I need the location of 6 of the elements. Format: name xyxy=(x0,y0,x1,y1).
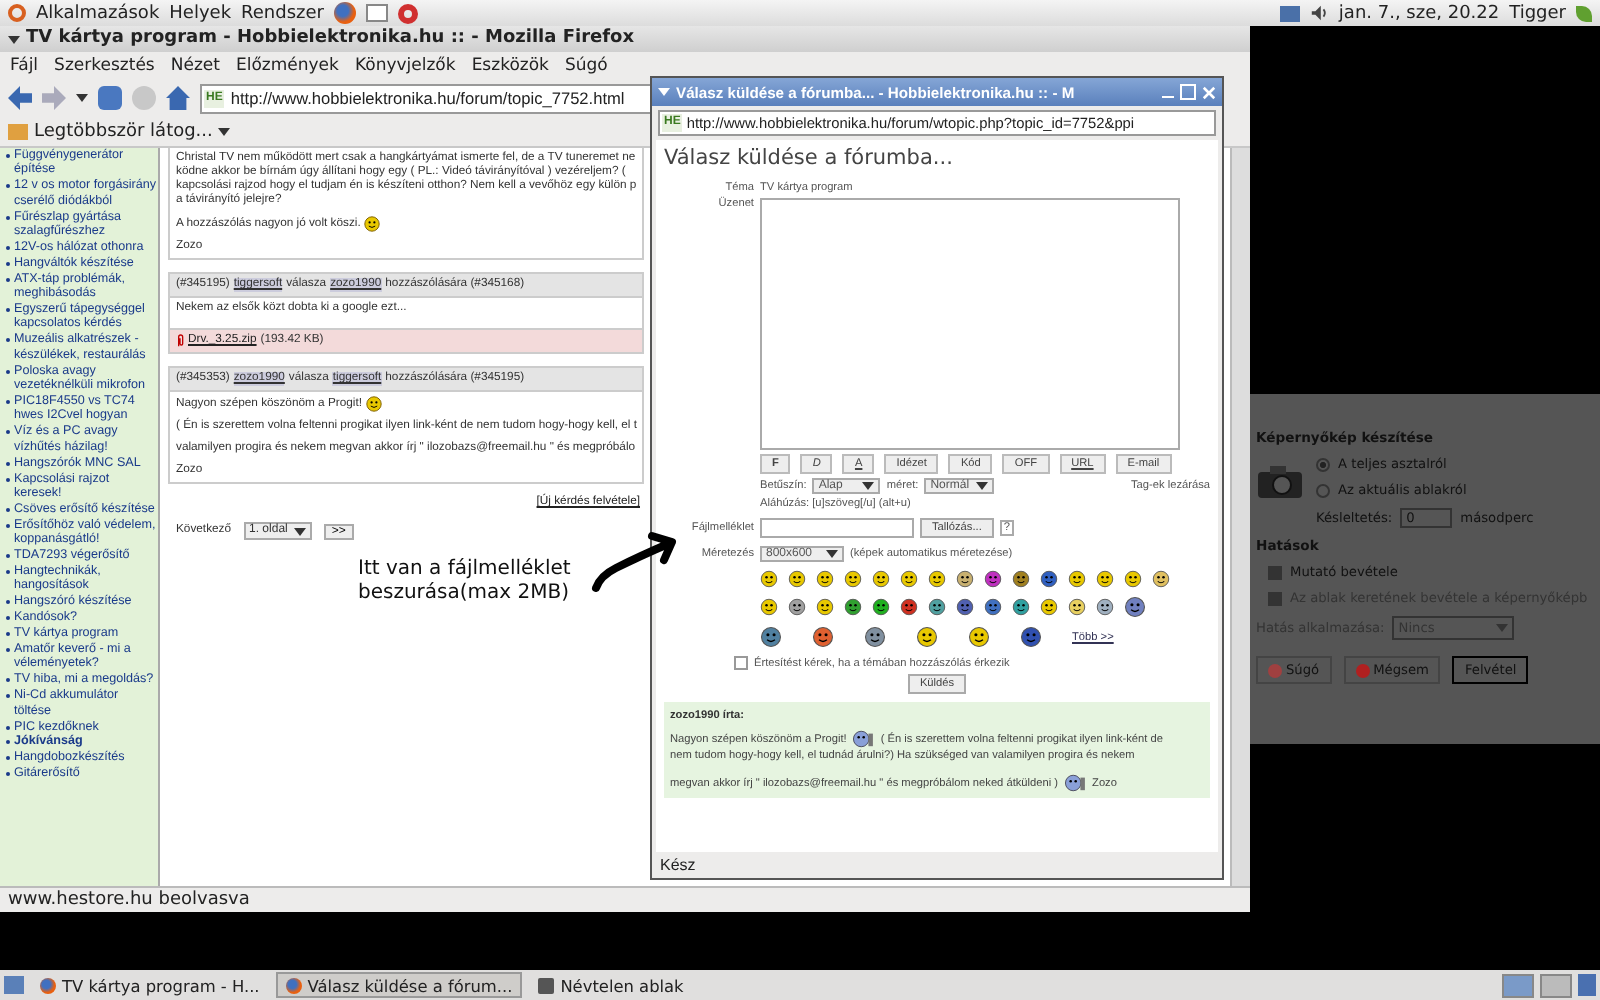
status-text: Kész xyxy=(660,856,696,874)
annotation-text: beszurása(max 2MB) xyxy=(358,582,569,606)
annotation-text: Itt van a fájlmelléklet xyxy=(358,558,571,582)
status-text: www.hestore.hu beolvasva xyxy=(8,890,250,910)
window-title: TV kártya program - Hobbielektronika.hu :: - Mozilla Firefox xyxy=(26,26,635,52)
page-heading: Válasz küldése a fórumba... xyxy=(664,146,955,170)
